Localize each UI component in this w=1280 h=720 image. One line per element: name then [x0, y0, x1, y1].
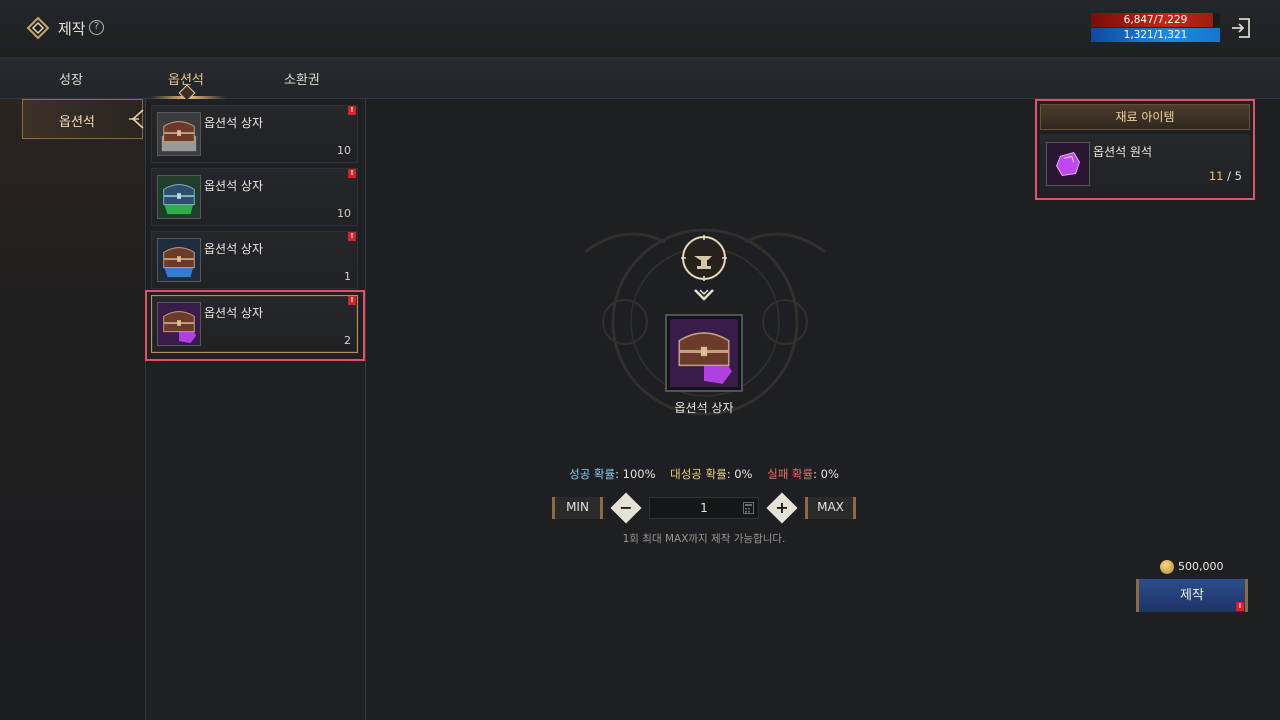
alert-badge-icon: !: [1236, 602, 1244, 611]
top-header: 제작 ? 6,847/7,229 1,321/1,321: [0, 0, 1280, 56]
fail-rate-label: 실패 확률: [767, 467, 814, 481]
decrease-button[interactable]: [610, 492, 642, 524]
quantity-hint: 1회 최대 MAX까지 제작 가능합니다.: [622, 533, 786, 545]
chest-purple-icon: [670, 319, 738, 387]
back-diamond-icon[interactable]: [26, 16, 50, 40]
anvil-emblem-icon: [681, 235, 727, 281]
list-item[interactable]: 옵션석 상자 10 !: [151, 168, 358, 226]
chest-blue-icon: [157, 238, 201, 282]
help-icon[interactable]: ?: [89, 20, 104, 35]
min-button[interactable]: MIN: [552, 497, 603, 519]
page-title: 제작: [58, 20, 86, 38]
exit-icon[interactable]: [1230, 16, 1252, 40]
item-count: 1: [344, 270, 351, 283]
chest-gray-icon: [157, 112, 201, 156]
hp-bar-empty: [1213, 13, 1220, 27]
hp-bar: 6,847/7,229: [1091, 13, 1220, 27]
category-pointer-icon: [129, 109, 144, 129]
list-item[interactable]: 옵션석 상자 1 !: [151, 231, 358, 289]
craft-cost: 500,000: [1178, 560, 1224, 573]
max-button[interactable]: MAX: [805, 497, 856, 519]
chevron-down-icon: [694, 289, 714, 301]
list-item[interactable]: 옵션석 상자 10 !: [151, 105, 358, 163]
item-name: 옵션석 상자: [204, 179, 264, 193]
category-item-option-stone[interactable]: 옵션석: [22, 99, 143, 139]
calculator-icon[interactable]: [743, 502, 754, 514]
selected-item-highlight: [145, 290, 365, 361]
material-highlight: [1035, 99, 1255, 200]
item-count: 10: [337, 144, 351, 157]
tab-summon-ticket[interactable]: 소환권: [284, 69, 320, 88]
success-rate-value: : 100%: [615, 467, 656, 481]
item-name: 옵션석 상자: [204, 242, 264, 256]
alert-badge-icon: !: [348, 106, 356, 115]
fail-rate-value: : 0%: [813, 467, 839, 481]
tab-growth[interactable]: 성장: [59, 69, 83, 88]
great-success-rate-value: : 0%: [726, 467, 753, 481]
mp-text: 1,321/1,321: [1123, 29, 1188, 41]
item-count: 10: [337, 207, 351, 220]
item-name: 옵션석 상자: [204, 116, 264, 130]
mp-bar: 1,321/1,321: [1091, 28, 1220, 42]
result-item-slot[interactable]: [665, 314, 743, 392]
increase-button[interactable]: [766, 492, 798, 524]
hp-text: 6,847/7,229: [1123, 14, 1188, 26]
great-success-rate-label: 대성공 확률: [670, 467, 727, 481]
success-rate-label: 성공 확률: [569, 467, 616, 481]
alert-badge-icon: !: [348, 232, 356, 241]
gold-coin-icon: [1160, 560, 1174, 574]
result-item-name: 옵션석 상자: [674, 401, 734, 415]
category-item-label: 옵션석: [59, 115, 95, 130]
craft-button[interactable]: 제작: [1136, 579, 1248, 612]
alert-badge-icon: !: [348, 169, 356, 178]
craft-rates: 성공 확률: 100% 대성공 확률: 0% 실패 확률: 0%: [554, 466, 854, 482]
category-column: [0, 99, 145, 720]
chest-green-icon: [157, 175, 201, 219]
